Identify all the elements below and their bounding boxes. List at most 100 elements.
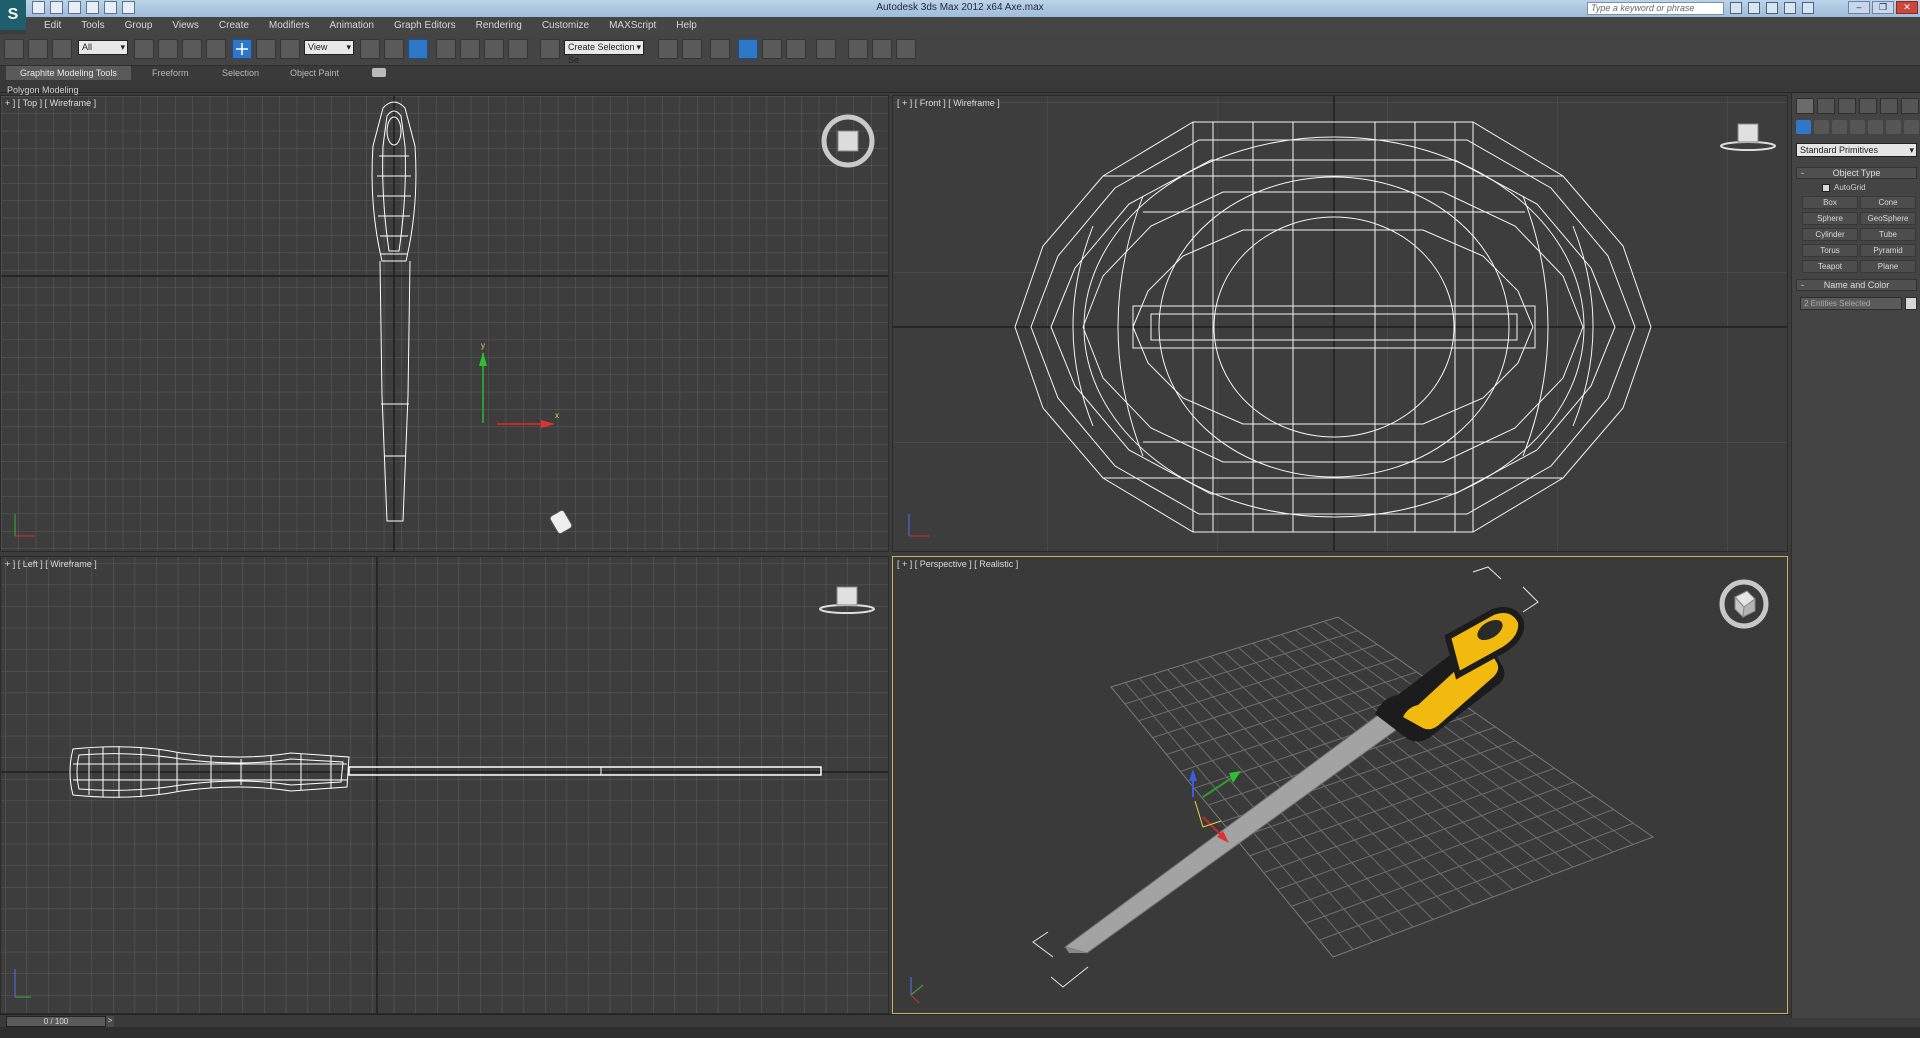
viewcube-left[interactable] bbox=[819, 585, 875, 622]
keyboard-shortcut-icon[interactable] bbox=[408, 39, 428, 59]
lights-icon[interactable] bbox=[1832, 120, 1847, 134]
render-production-icon[interactable] bbox=[896, 39, 916, 59]
pivot-icon[interactable] bbox=[360, 39, 380, 59]
viewport-perspective-label[interactable]: [ + ] [ Perspective ] [ Realistic ] bbox=[897, 559, 1018, 569]
menu-customize[interactable]: Customize bbox=[532, 17, 599, 34]
cameras-icon[interactable] bbox=[1850, 120, 1865, 134]
angle-snap-icon[interactable] bbox=[460, 39, 480, 59]
align-icon[interactable] bbox=[682, 39, 702, 59]
autogrid-check-icon[interactable] bbox=[1822, 183, 1830, 192]
tab-graphite-modeling-tools[interactable]: Graphite Modeling Tools bbox=[6, 66, 131, 80]
cone-button[interactable]: Cone bbox=[1860, 196, 1916, 209]
sphere-button[interactable]: Sphere bbox=[1802, 212, 1858, 225]
cylinder-button[interactable]: Cylinder bbox=[1802, 228, 1858, 241]
restore-button[interactable]: ❐ bbox=[1872, 1, 1894, 14]
mirror-icon[interactable] bbox=[658, 39, 678, 59]
material-editor-icon[interactable] bbox=[816, 39, 836, 59]
geosphere-button[interactable]: GeoSphere bbox=[1860, 212, 1916, 225]
menu-tools[interactable]: Tools bbox=[71, 17, 114, 34]
viewport-top[interactable]: + ] [ Top ] [ Wireframe ] x y bbox=[0, 95, 889, 552]
utilities-tab-icon[interactable] bbox=[1901, 98, 1919, 114]
help-icon[interactable] bbox=[1802, 2, 1814, 14]
select-rotate-icon[interactable] bbox=[256, 39, 276, 59]
menu-rendering[interactable]: Rendering bbox=[466, 17, 532, 34]
select-link-icon[interactable] bbox=[4, 39, 24, 59]
create-tab-icon[interactable] bbox=[1796, 98, 1814, 114]
viewport-front[interactable]: [ + ] [ Front ] [ Wireframe ] bbox=[892, 95, 1788, 552]
name-color-rollout[interactable]: Name and Color bbox=[1796, 279, 1917, 291]
plane-button[interactable]: Plane bbox=[1860, 260, 1916, 273]
time-slider[interactable]: 0 / 100 bbox=[6, 1016, 106, 1027]
menu-modifiers[interactable]: Modifiers bbox=[259, 17, 320, 34]
viewport-top-label[interactable]: + ] [ Top ] [ Wireframe ] bbox=[5, 98, 96, 108]
graphite-toggle-icon[interactable] bbox=[738, 39, 758, 59]
next-frame-button[interactable]: > bbox=[106, 1016, 114, 1027]
communication-icon[interactable] bbox=[1766, 2, 1778, 14]
menu-edit[interactable]: Edit bbox=[34, 17, 71, 34]
track-bar[interactable] bbox=[0, 1027, 1920, 1038]
menu-views[interactable]: Views bbox=[162, 17, 209, 34]
selection-filter-dropdown[interactable]: All bbox=[78, 40, 128, 55]
ribbon-toggle-icon[interactable] bbox=[372, 68, 386, 77]
viewcube-front[interactable] bbox=[1720, 122, 1776, 159]
autogrid-checkbox[interactable]: AutoGrid bbox=[1822, 183, 1866, 192]
select-by-name-icon[interactable] bbox=[158, 39, 178, 59]
rendered-frame-icon[interactable] bbox=[872, 39, 892, 59]
unlink-icon[interactable] bbox=[28, 39, 48, 59]
layer-manager-icon[interactable] bbox=[710, 39, 730, 59]
tab-freeform[interactable]: Freeform bbox=[138, 66, 203, 80]
subscription-icon[interactable] bbox=[1748, 2, 1760, 14]
menu-group[interactable]: Group bbox=[115, 17, 163, 34]
primitive-category-dropdown[interactable]: Standard Primitives bbox=[1796, 143, 1917, 157]
render-setup-icon[interactable] bbox=[848, 39, 868, 59]
helpers-icon[interactable] bbox=[1868, 120, 1883, 134]
spinner-snap-icon[interactable] bbox=[508, 39, 528, 59]
select-scale-icon[interactable] bbox=[280, 39, 300, 59]
motion-tab-icon[interactable] bbox=[1859, 98, 1877, 114]
close-button[interactable]: ✕ bbox=[1896, 1, 1918, 14]
polygon-modeling-label[interactable]: Polygon Modeling bbox=[0, 85, 79, 95]
spacewarps-icon[interactable] bbox=[1886, 120, 1901, 134]
menu-animation[interactable]: Animation bbox=[319, 17, 383, 34]
select-object-icon[interactable] bbox=[134, 39, 154, 59]
modify-tab-icon[interactable] bbox=[1817, 98, 1835, 114]
app-logo-button[interactable]: S bbox=[0, 0, 26, 30]
object-color-swatch[interactable] bbox=[1905, 297, 1917, 310]
menu-maxscript[interactable]: MAXScript bbox=[599, 17, 666, 34]
object-name-field[interactable]: 2 Entities Selected bbox=[1800, 297, 1902, 310]
snap-3d-icon[interactable] bbox=[436, 39, 456, 59]
shapes-icon[interactable] bbox=[1814, 120, 1829, 134]
manipulate-icon[interactable] bbox=[384, 39, 404, 59]
teapot-button[interactable]: Teapot bbox=[1802, 260, 1858, 273]
tube-button[interactable]: Tube bbox=[1860, 228, 1916, 241]
named-selection-dropdown[interactable]: Create Selection Se bbox=[564, 40, 644, 65]
tab-selection[interactable]: Selection bbox=[208, 66, 273, 80]
menu-create[interactable]: Create bbox=[209, 17, 259, 34]
window-crossing-icon[interactable] bbox=[206, 39, 226, 59]
menu-help[interactable]: Help bbox=[666, 17, 707, 34]
schematic-view-icon[interactable] bbox=[786, 39, 806, 59]
viewport-left[interactable]: + ] [ Left ] [ Wireframe ] bbox=[0, 556, 889, 1014]
minimize-button[interactable]: – bbox=[1848, 1, 1870, 14]
menu-graph-editors[interactable]: Graph Editors bbox=[384, 17, 466, 34]
binoculars-icon[interactable] bbox=[1730, 2, 1742, 14]
reference-coordinate-dropdown[interactable]: View bbox=[304, 40, 354, 55]
display-tab-icon[interactable] bbox=[1880, 98, 1898, 114]
viewcube-top[interactable] bbox=[821, 114, 875, 173]
curve-editor-icon[interactable] bbox=[762, 39, 782, 59]
hierarchy-tab-icon[interactable] bbox=[1838, 98, 1856, 114]
bind-spacewarp-icon[interactable] bbox=[52, 39, 72, 59]
pyramid-button[interactable]: Pyramid bbox=[1860, 244, 1916, 257]
tab-object-paint[interactable]: Object Paint bbox=[276, 66, 353, 80]
search-input[interactable]: Type a keyword or phrase bbox=[1587, 2, 1724, 15]
torus-button[interactable]: Torus bbox=[1802, 244, 1858, 257]
viewport-left-label[interactable]: + ] [ Left ] [ Wireframe ] bbox=[5, 559, 97, 569]
systems-icon[interactable] bbox=[1904, 120, 1919, 134]
geometry-icon[interactable] bbox=[1796, 120, 1811, 134]
viewcube-perspective[interactable] bbox=[1717, 577, 1771, 636]
object-type-rollout[interactable]: Object Type bbox=[1796, 167, 1917, 179]
edit-named-sets-icon[interactable] bbox=[540, 39, 560, 59]
select-move-icon[interactable] bbox=[232, 39, 252, 59]
percent-snap-icon[interactable] bbox=[484, 39, 504, 59]
favorites-star-icon[interactable] bbox=[1784, 2, 1796, 14]
